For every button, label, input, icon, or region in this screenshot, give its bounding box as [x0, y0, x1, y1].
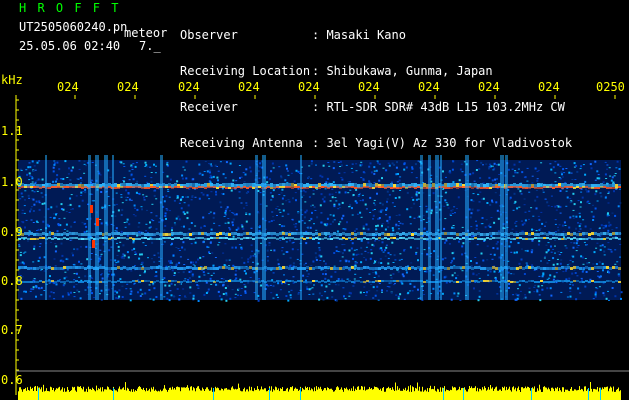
x-tick-7: 024 [478, 80, 500, 94]
y-tick-1-1: 1.1 [1, 124, 23, 138]
x-tick-4: 024 [298, 80, 320, 94]
y-tick-1-0: 1.0 [1, 175, 23, 189]
observer-value: : Masaki Kano [312, 28, 406, 42]
y-tick-0-9: 0.9 [1, 225, 23, 239]
x-tick-9: 0250 [596, 80, 625, 94]
location-value: : Shibukawa, Gunma, Japan [312, 64, 493, 78]
y-unit-label: kHz [1, 73, 23, 87]
file-suffix: meteor [124, 26, 168, 40]
header-values: : Masaki Kano : Shibukawa, Gunma, Japan … [312, 5, 572, 161]
receiver-value: : RTL-SDR SDR# 43dB L15 103.2MHz CW [312, 100, 565, 114]
x-tick-0: 024 [57, 80, 79, 94]
x-tick-6: 024 [418, 80, 440, 94]
location-label: Receiving Location [180, 64, 311, 78]
x-tick-3: 024 [238, 80, 260, 94]
file-name: UT2505060240.pn [19, 20, 128, 34]
app-title: H R O F F T [19, 1, 121, 15]
antenna-value: : 3el Yagi(V) Az 330 for Vladivostok [312, 136, 573, 150]
y-tick-0-8: 0.8 [1, 274, 23, 288]
x-tick-1: 024 [117, 80, 139, 94]
spectrogram-image [18, 155, 623, 302]
observer-label: Observer [180, 28, 238, 42]
x-tick-8: 024 [538, 80, 560, 94]
date-time: 25.05.06 02:40 [19, 39, 121, 53]
y-tick-0-7: 0.7 [1, 323, 23, 337]
amplitude-trace [18, 382, 621, 400]
antenna-label: Receiving Antenna [180, 136, 303, 150]
receiver-label: Receiver [180, 100, 238, 114]
y-tick-0-6: 0.6 [1, 373, 23, 387]
extra-indicator: 7._ [139, 39, 161, 53]
x-tick-2: 024 [178, 80, 200, 94]
x-tick-5: 024 [358, 80, 380, 94]
